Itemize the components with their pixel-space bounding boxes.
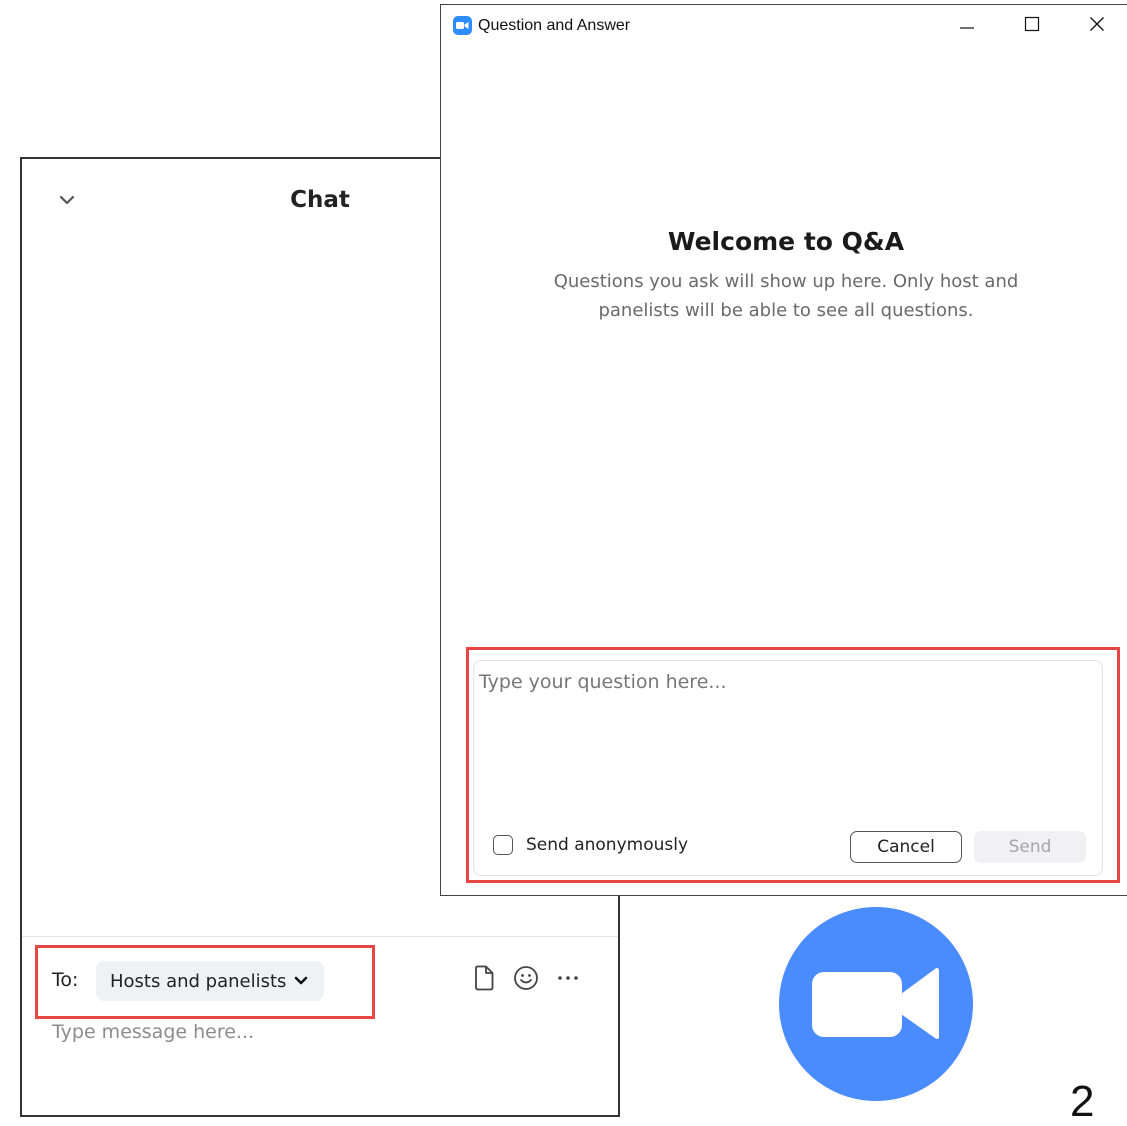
send-anonymously-toggle[interactable]: Send anonymously [493, 835, 688, 855]
maximize-icon [1024, 16, 1040, 36]
qa-welcome-title: Welcome to Q&A [667, 227, 905, 256]
zoom-app-icon [453, 16, 472, 35]
recipient-highlight-box [35, 945, 375, 1019]
minimize-button[interactable] [944, 11, 990, 41]
close-button[interactable] [1074, 11, 1120, 41]
chat-message-input[interactable] [52, 1017, 572, 1047]
maximize-button[interactable] [1009, 11, 1055, 41]
qa-window: Question and Answer Welcome to Q&A Quest… [440, 4, 1127, 896]
qa-welcome-description: Questions you ask will show up here. Onl… [553, 271, 1019, 321]
zoom-logo [779, 907, 973, 1101]
emoji-icon[interactable] [512, 964, 540, 992]
minimize-icon [959, 16, 975, 36]
step-number: 2 [1070, 1077, 1095, 1126]
chat-divider [22, 936, 618, 937]
chat-actions [470, 964, 582, 992]
file-icon[interactable] [470, 964, 498, 992]
question-input[interactable] [479, 671, 1079, 811]
more-icon[interactable] [554, 964, 582, 992]
send-anonymously-checkbox[interactable] [493, 835, 513, 855]
qa-window-title: Question and Answer [478, 17, 631, 34]
qa-titlebar: Question and Answer [441, 5, 1127, 49]
cancel-button[interactable]: Cancel [850, 831, 962, 863]
qa-compose-box: Send anonymously Cancel Send [473, 660, 1103, 876]
send-button[interactable]: Send [974, 831, 1086, 863]
close-icon [1089, 16, 1105, 36]
send-anonymously-label: Send anonymously [526, 835, 689, 855]
